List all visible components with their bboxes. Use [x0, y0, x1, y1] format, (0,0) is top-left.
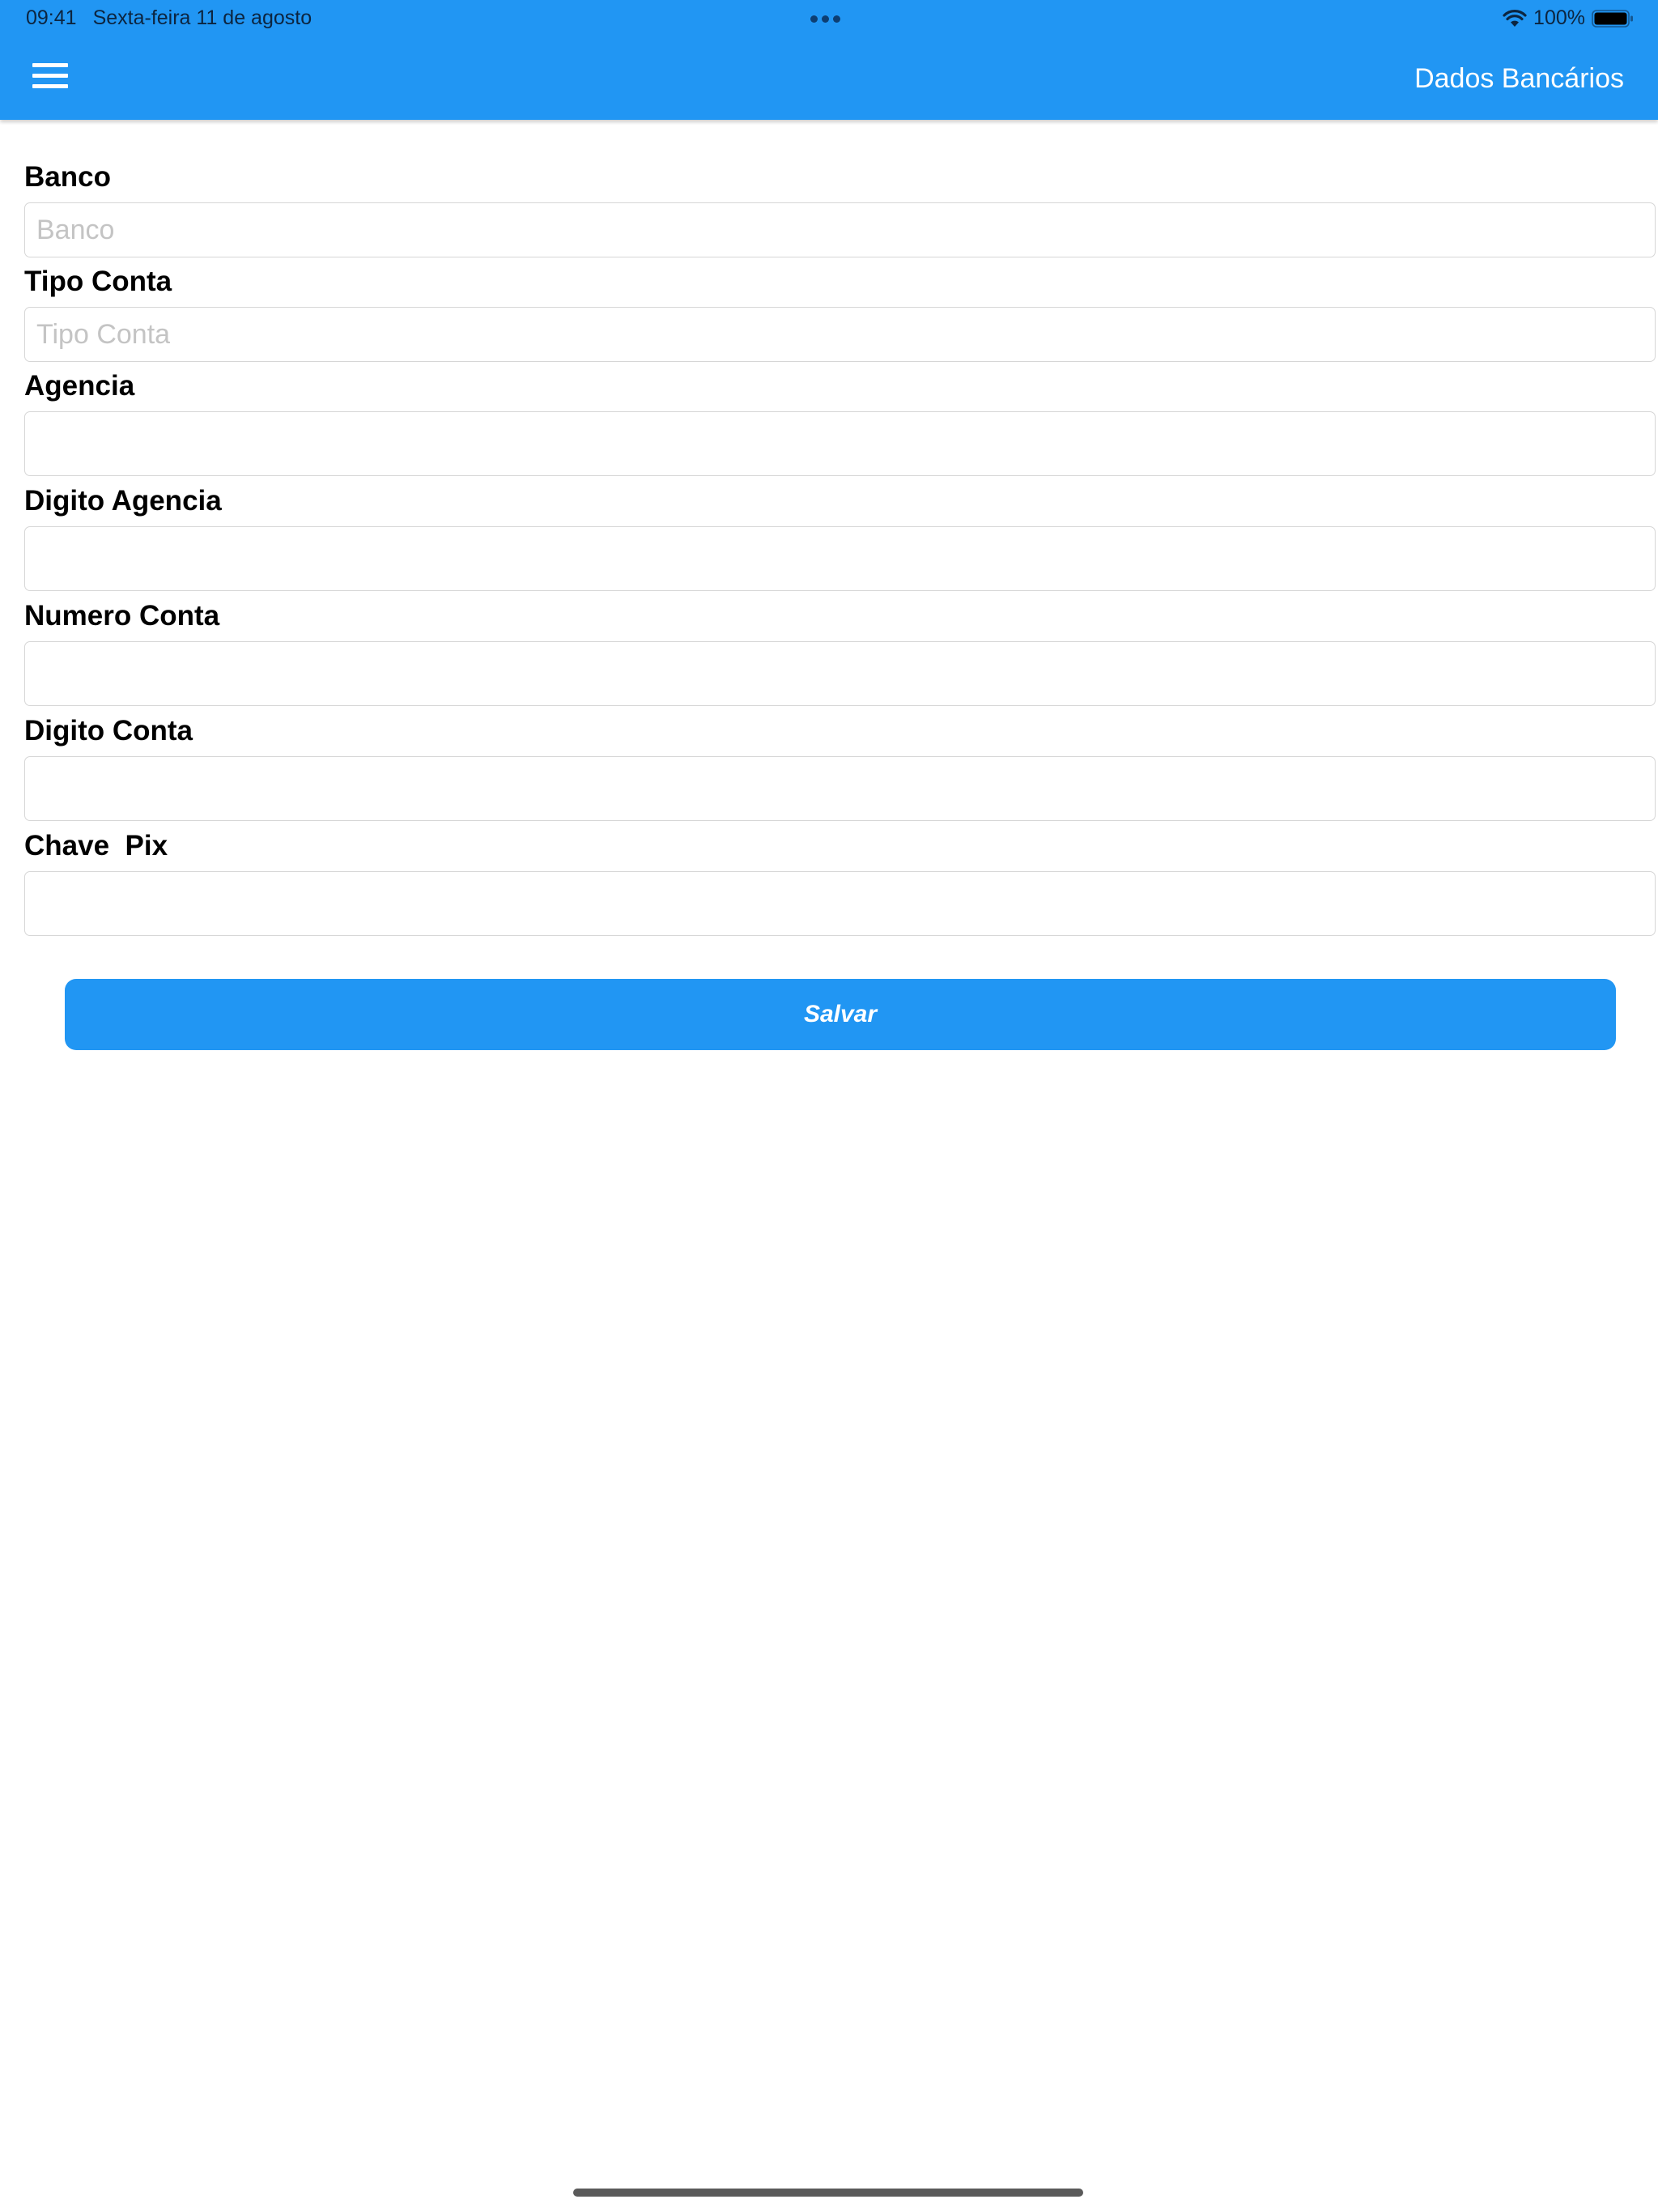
banco-input[interactable] — [24, 202, 1656, 257]
bank-details-form: Banco Tipo Conta Agencia Digito Agencia … — [24, 159, 1656, 942]
agencia-label: Agencia — [24, 370, 135, 402]
digito-agencia-input[interactable] — [24, 526, 1656, 591]
save-button[interactable]: Salvar — [65, 979, 1616, 1050]
status-bar-left: 09:41 Sexta-feira 11 de agosto — [26, 6, 312, 30]
numero-conta-input[interactable] — [24, 641, 1656, 706]
status-date: Sexta-feira 11 de agosto — [92, 6, 312, 29]
home-indicator[interactable] — [573, 2189, 1083, 2197]
digito-conta-label: Digito Conta — [24, 715, 193, 747]
tipo-conta-label: Tipo Conta — [24, 266, 172, 297]
battery-percentage: 100% — [1533, 6, 1585, 29]
hamburger-menu-icon[interactable] — [32, 63, 70, 91]
status-time: 09:41 — [26, 6, 77, 29]
status-bar-right: 100% — [1503, 6, 1634, 30]
tipo-conta-input[interactable] — [24, 307, 1656, 362]
app-header: 09:41 Sexta-feira 11 de agosto 100% Dados… — [0, 0, 1658, 120]
agencia-input[interactable] — [24, 411, 1656, 476]
digito-conta-input[interactable] — [24, 756, 1656, 821]
page-title: Dados Bancários — [1414, 63, 1624, 94]
digito-agencia-label: Digito Agencia — [24, 485, 222, 517]
battery-icon — [1592, 9, 1633, 28]
numero-conta-label: Numero Conta — [24, 600, 220, 632]
chave-pix-input[interactable] — [24, 871, 1656, 936]
banco-label: Banco — [24, 161, 111, 193]
wifi-icon — [1503, 9, 1527, 27]
chave-pix-label: Chave Pix — [24, 830, 168, 861]
multitasking-dots-icon[interactable] — [810, 15, 840, 23]
